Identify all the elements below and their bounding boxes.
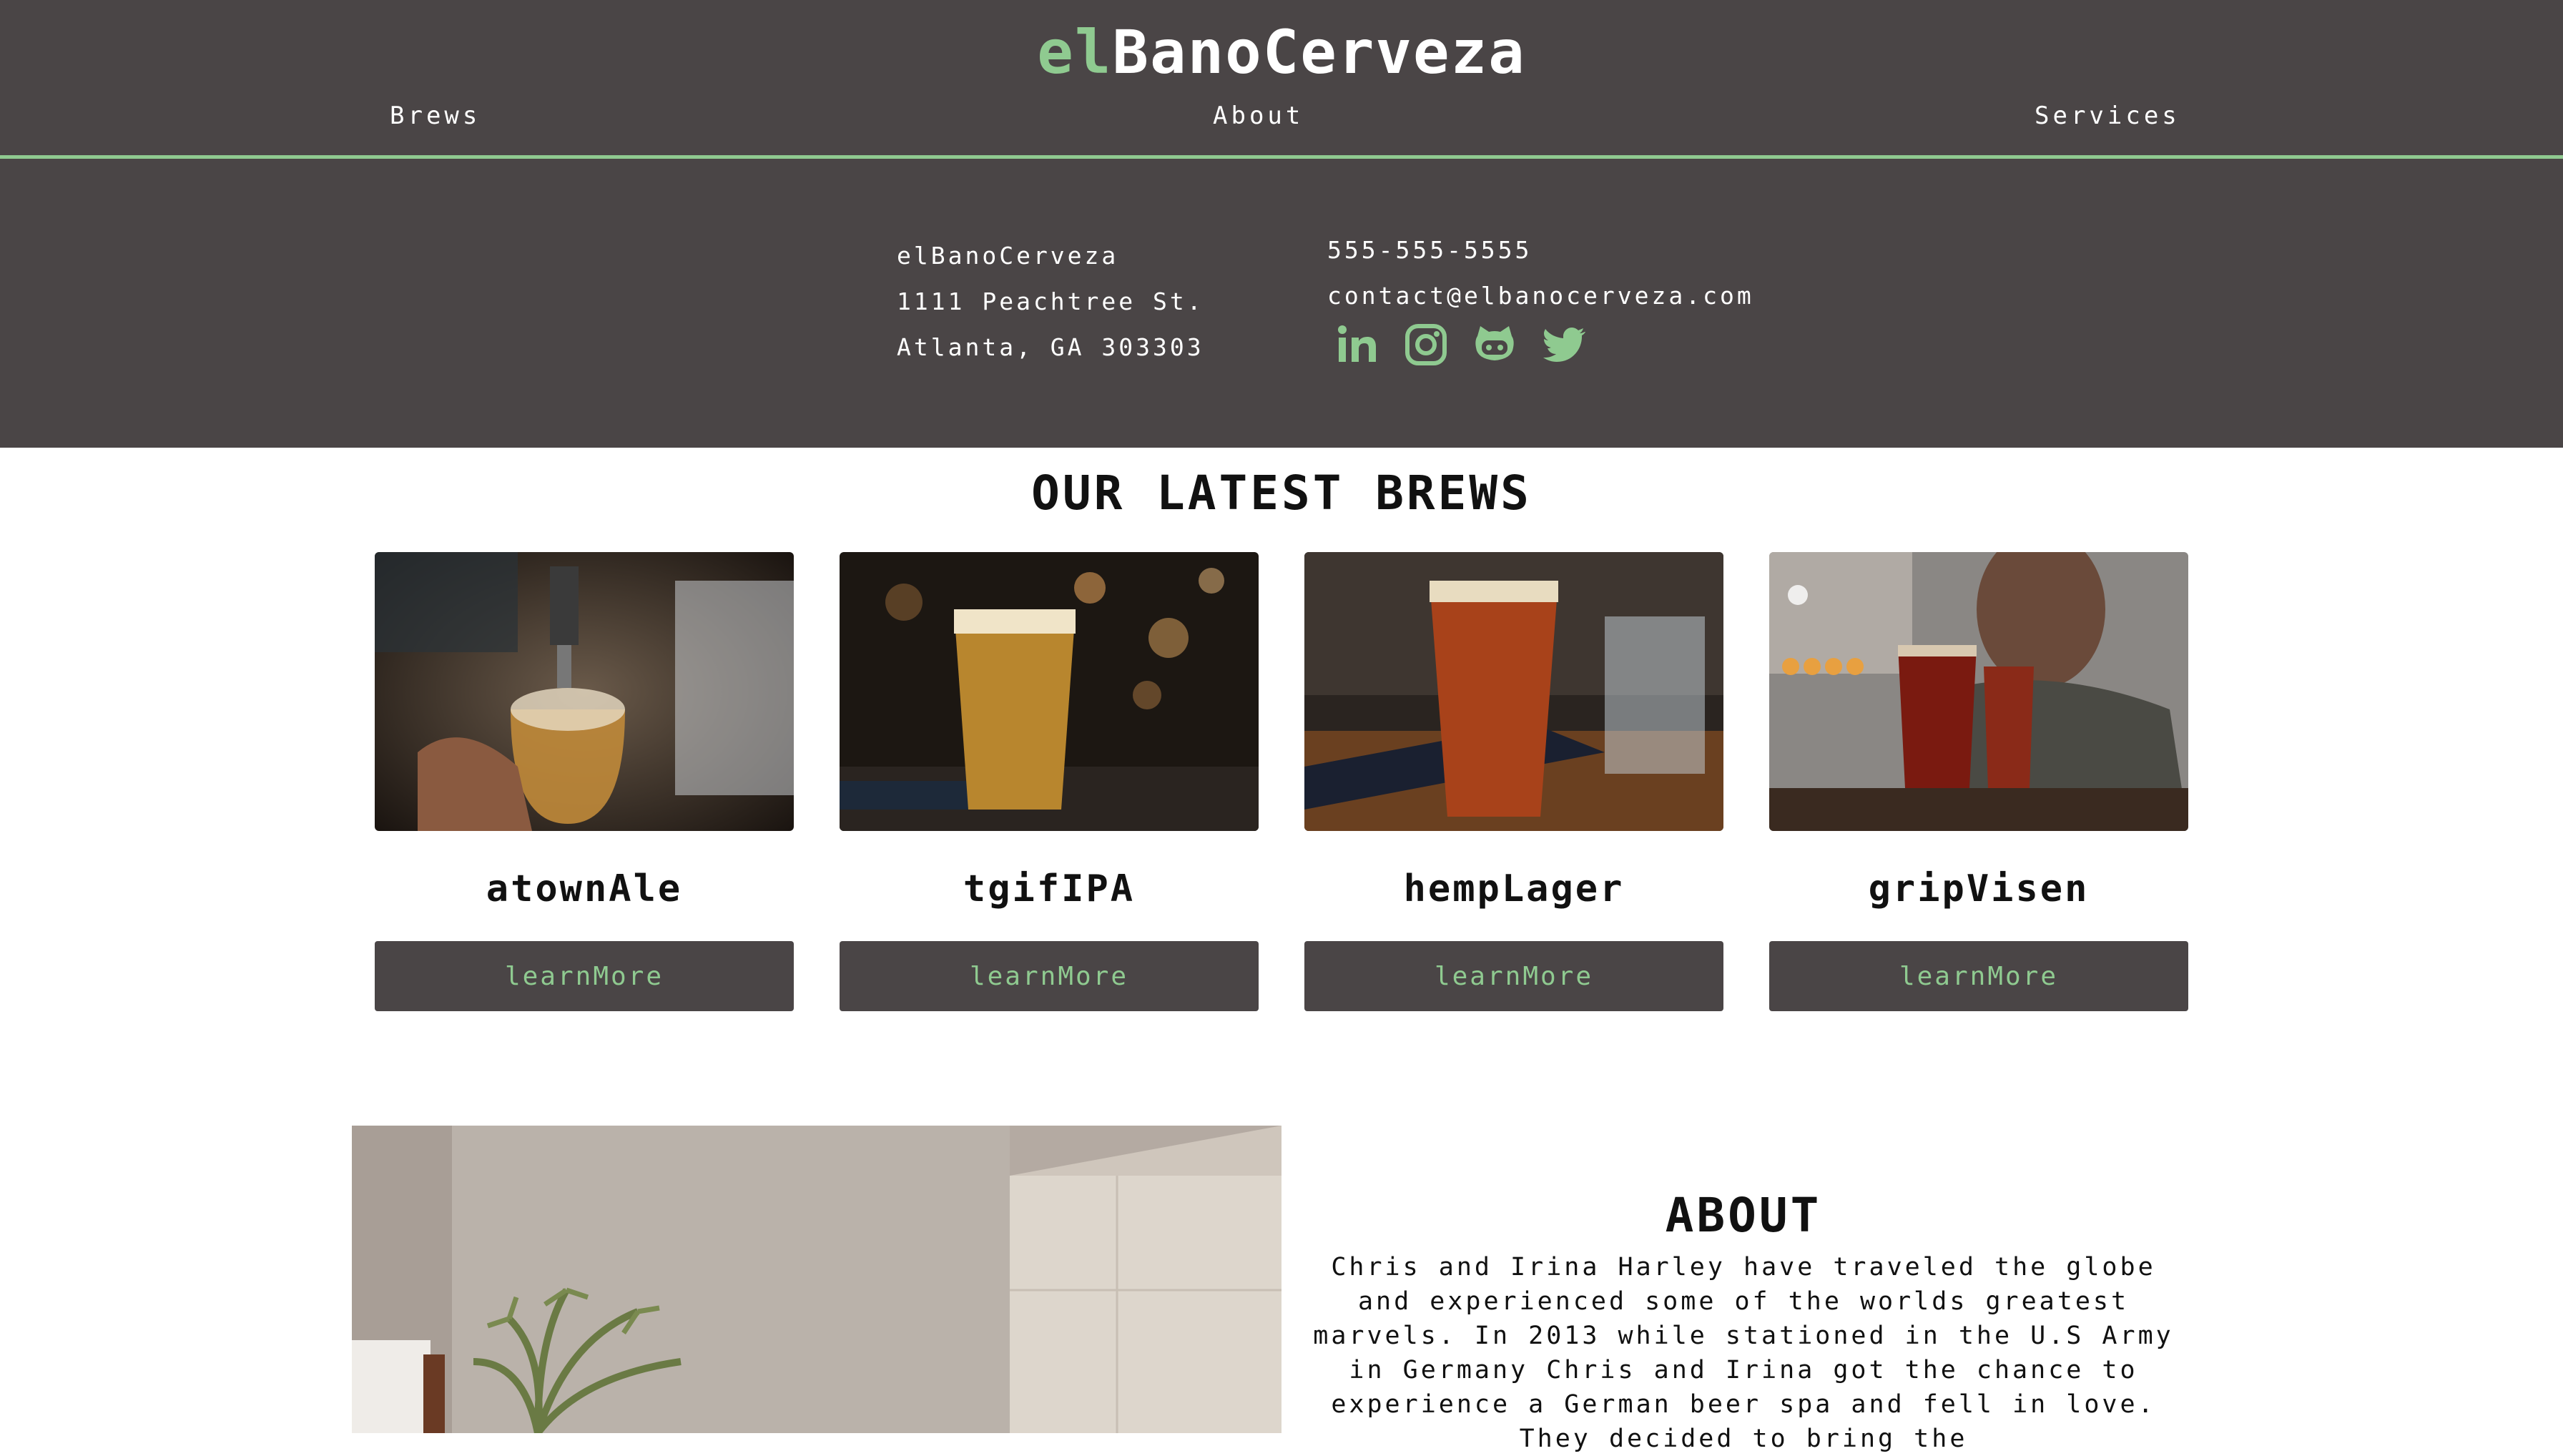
site-logo[interactable]: elBanoCerveza: [0, 13, 2563, 92]
brew-name-tgifipa: tgifIPA: [963, 867, 1136, 910]
nav-link-services[interactable]: Services: [2035, 100, 2180, 132]
brew-name-gripvisen: gripVisen: [1868, 867, 2090, 910]
logo-name: BanoCerveza: [1112, 17, 1526, 87]
brew-image-hemplager[interactable]: [1304, 552, 1723, 831]
github-icon[interactable]: [1472, 322, 1517, 368]
phone-link[interactable]: 555-555-5555: [1327, 235, 1532, 266]
brew-name-atownale: atownAle: [486, 867, 683, 910]
nav-link-brews[interactable]: Brews: [390, 100, 481, 132]
instagram-icon[interactable]: [1403, 322, 1449, 368]
nav-link-about[interactable]: About: [1213, 100, 1304, 132]
learn-more-button-hemplager[interactable]: learnMore: [1304, 941, 1723, 1011]
about-image: [352, 1126, 1282, 1433]
about-section-title: ABOUT: [1665, 1188, 1822, 1243]
contact-band: [0, 159, 2563, 448]
address-street: 1111 Peachtree St.: [897, 287, 1204, 315]
brews-section-title: OUR LATEST BREWS: [1031, 466, 1532, 521]
site-header: elBanoCerveza Brews About Services: [0, 0, 2563, 159]
learn-more-button-gripvisen[interactable]: learnMore: [1769, 941, 2188, 1011]
address-city: Atlanta, GA 303303: [897, 333, 1204, 361]
email-link[interactable]: contact@elbanocerveza.com: [1327, 280, 1754, 312]
linkedin-icon[interactable]: [1334, 322, 1380, 368]
brew-image-gripvisen[interactable]: [1769, 552, 2188, 831]
brew-name-hemplager: hempLager: [1403, 867, 1625, 910]
logo-prefix: el: [1037, 17, 1113, 87]
address-name: elBanoCerveza: [897, 242, 1119, 270]
learn-more-button-tgifipa[interactable]: learnMore: [840, 941, 1259, 1011]
about-description: Chris and Irina Harley have traveled the…: [1313, 1253, 2174, 1453]
brew-image-atownale[interactable]: [375, 552, 794, 831]
learn-more-button-atownale[interactable]: learnMore: [375, 941, 794, 1011]
brew-image-tgifipa[interactable]: [840, 552, 1259, 831]
twitter-icon[interactable]: [1542, 322, 1588, 368]
